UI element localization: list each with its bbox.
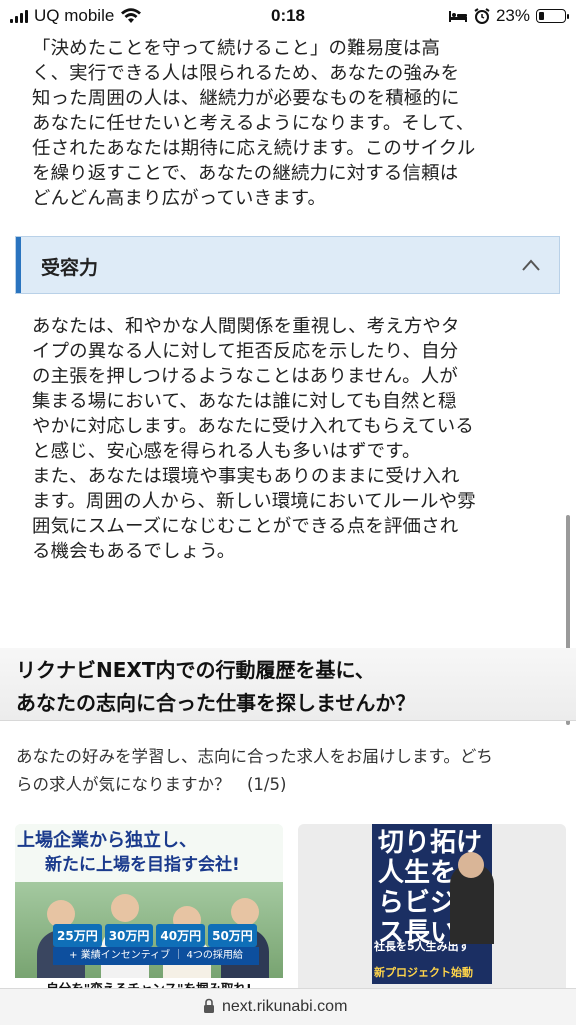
alarm-icon <box>474 8 490 24</box>
accordion-title: 受容力 <box>41 257 99 279</box>
promo-title-line1: リクナビNEXT内での行動履歴を基に、 <box>16 658 375 682</box>
job-card[interactable]: 切り拓け人生を自らビジネス長い 社長を5人生み出す 新プロジェクト始動 <box>298 824 566 1000</box>
job-card[interactable]: 上場企業から独立し、 新たに上場を目指す会社! 25万円 30万円 40万円 5… <box>15 824 283 1000</box>
card-headline-line1: 上場企業から独立し、 <box>17 830 197 851</box>
incentive-badge: + 業績インセンティブ ｜ 4つの採用給 <box>53 947 259 965</box>
status-right: 23% <box>448 6 569 26</box>
accordion-accent-bar <box>16 237 21 293</box>
card-headline: 上場企業から独立し、 新たに上場を目指す会社! <box>15 824 283 882</box>
accordion-body: あなたは、和やかな人間関係を重視し、考え方やタ イプの異なる人に対して拒否反応を… <box>32 316 476 562</box>
accordion-header-receptiveness[interactable]: 受容力 <box>15 236 560 294</box>
promo-header: リクナビNEXT内での行動履歴を基に、 あなたの志向に合った仕事を探しませんか？ <box>0 648 576 721</box>
lock-icon <box>204 998 214 1013</box>
salary-tag: 40万円 <box>156 924 206 947</box>
status-bar: UQ mobile 0:18 23% <box>0 0 576 32</box>
url-domain: next.rikunabi.com <box>222 998 348 1015</box>
person-head <box>458 852 484 878</box>
url-bar[interactable]: next.rikunabi.com <box>0 988 576 1025</box>
chevron-up-icon[interactable] <box>521 258 541 272</box>
salary-tag: 50万円 <box>208 924 257 947</box>
card-headline-line2: 新たに上場を目指す会社! <box>45 855 240 875</box>
battery-icon <box>536 9 569 23</box>
bed-icon <box>448 11 467 22</box>
promo-description: あなたの好みを学習し、志向に合った求人をお届けします。どち らの求人が気になりま… <box>16 747 493 794</box>
promo-title-line2: あなたの志向に合った仕事を探しませんか？ <box>16 691 416 715</box>
salary-tag: 30万円 <box>104 924 154 947</box>
salary-tags: 25万円 30万円 40万円 50万円 <box>53 924 257 947</box>
salary-tag: 25万円 <box>53 924 102 947</box>
intro-paragraph: 「決めたことを守って続けること」の難易度は高 く、実行できる人は限られるため、あ… <box>32 38 476 209</box>
card-subline2: 新プロジェクト始動 <box>374 966 473 979</box>
battery-percent: 23% <box>495 6 530 25</box>
